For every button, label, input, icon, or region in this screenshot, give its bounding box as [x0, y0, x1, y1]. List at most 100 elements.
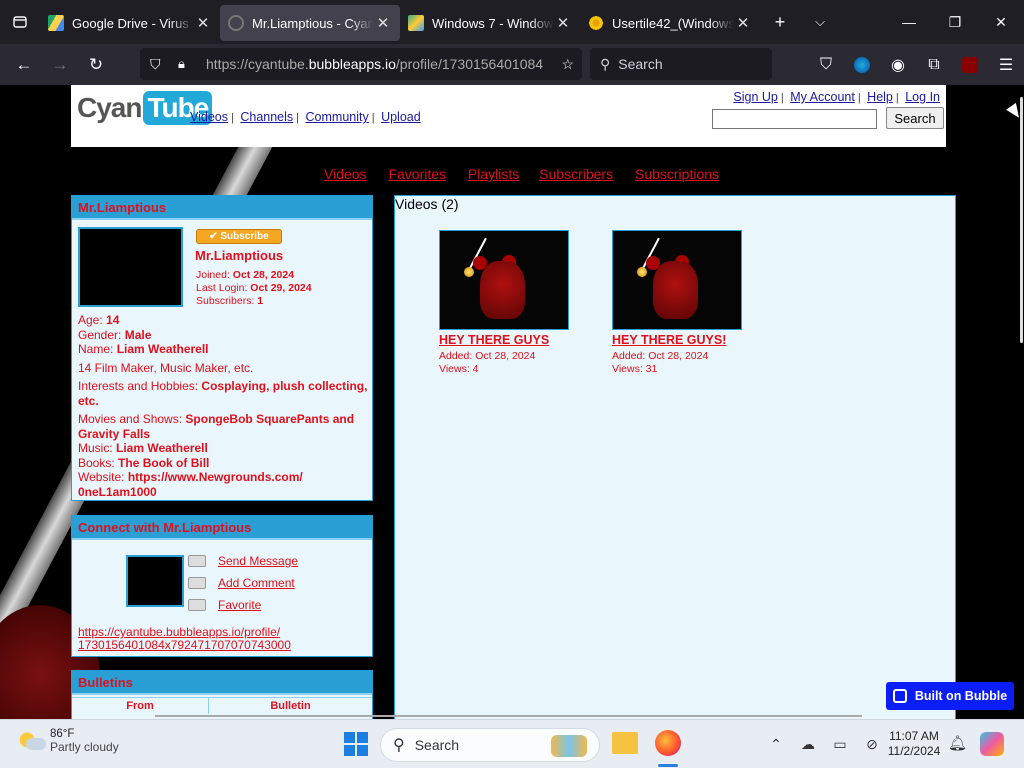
video-thumbnail[interactable]	[439, 230, 569, 330]
windows-wiki-icon	[408, 15, 424, 31]
video-thumbnail[interactable]	[612, 230, 742, 330]
subscribe-button[interactable]: ✔ Subscribe	[196, 229, 282, 244]
bulletins-from-header: From	[72, 698, 209, 714]
vertical-scrollbar[interactable]	[1020, 97, 1023, 343]
close-tab-icon[interactable]: ✕	[194, 14, 212, 32]
horizontal-scrollbar[interactable]	[155, 715, 862, 717]
browser-search-field[interactable]: ⚲ Search	[590, 48, 772, 80]
tab-title: Mr.Liamptious - CyanT	[252, 15, 374, 31]
favorite-link[interactable]: Favorite	[218, 598, 261, 612]
file-explorer-icon[interactable]	[612, 732, 638, 754]
temperature: 86°F	[50, 728, 75, 740]
site-search-button[interactable]: Search	[886, 107, 944, 129]
close-tab-icon[interactable]: ✕	[554, 14, 572, 32]
weather-widget[interactable]: 86°F Partly cloudy	[18, 728, 119, 754]
shield-icon[interactable]: ⛉	[150, 56, 161, 73]
site-search-input[interactable]	[712, 109, 877, 129]
close-tab-icon[interactable]: ✕	[374, 14, 392, 32]
bubble-badge-label: Built on Bubble	[914, 689, 1008, 703]
sub-nav-favorites-link[interactable]: Favorites	[388, 166, 446, 182]
maximize-icon[interactable]: ❐	[932, 0, 978, 44]
tab-list-icon[interactable]	[0, 0, 40, 44]
nav-community-link[interactable]: Community	[306, 110, 369, 124]
account-icon[interactable]: ◉	[880, 47, 916, 83]
profile-url-link[interactable]: https://cyantube.bubbleapps.io/profile/1…	[78, 625, 291, 652]
sub-nav-subscribers-link[interactable]: Subscribers	[539, 166, 613, 182]
video-title-link[interactable]: HEY THERE GUYS	[439, 333, 549, 347]
connect-panel-title: Connect with Mr.Liamptious	[72, 516, 372, 540]
add-comment-link[interactable]: Add Comment	[218, 576, 295, 590]
add-comment-row: Add Comment	[188, 576, 295, 590]
menu-icon[interactable]: ☰	[988, 47, 1024, 83]
extensions-icon[interactable]: ⧉	[916, 47, 952, 83]
vpn-icon[interactable]	[844, 47, 880, 83]
comment-icon	[188, 577, 206, 589]
clock[interactable]: 11:07 AM 11/2/2024	[880, 729, 948, 759]
video-meta: Added: Oct 28, 2024 Views: 4	[439, 350, 536, 375]
pocket-icon[interactable]: ⛉	[808, 47, 844, 83]
notification-bell-icon[interactable]: 🔔︎	[948, 734, 967, 752]
connect-avatar[interactable]	[126, 555, 184, 607]
url-bar[interactable]: ⛉ 🔒︎ https://cyantube.bubbleapps.io/prof…	[140, 48, 582, 80]
sub-nav-videos-link[interactable]: Videos	[324, 166, 367, 182]
nav-upload-link[interactable]: Upload	[381, 110, 421, 124]
taskbar-search[interactable]: ⚲ Search	[380, 728, 600, 762]
bulletins-table-header: From Bulletin	[72, 697, 372, 714]
tab-usertile[interactable]: Usertile42_(Windows_7 ✕	[580, 5, 760, 41]
ublock-icon[interactable]	[952, 47, 988, 83]
videos-panel-title: Videos (2)	[395, 196, 459, 212]
sub-nav-subscriptions-link[interactable]: Subscriptions	[635, 166, 719, 182]
bulletins-bulletin-header: Bulletin	[270, 700, 311, 712]
windows-start-icon[interactable]	[344, 732, 368, 756]
chevron-up-icon[interactable]: ⌃	[760, 736, 792, 753]
favorite-icon	[188, 599, 206, 611]
tab-title: Google Drive - Virus sc	[72, 15, 194, 31]
avatar[interactable]	[78, 227, 183, 307]
clock-date: 11/2/2024	[887, 744, 941, 758]
clock-time: 11:07 AM	[889, 729, 939, 743]
videos-panel: Videos (2) HEY THERE GUYS Added: Oct 28,…	[394, 195, 956, 719]
window-controls: — ❐ ✕	[886, 0, 1024, 44]
tab-title: Windows 7 - Windows	[432, 15, 554, 31]
back-arrow-icon[interactable]: ←	[6, 47, 42, 83]
profile-bio: 14 Film Maker, Music Maker, etc.	[78, 360, 254, 375]
reload-icon[interactable]: ↻	[78, 47, 114, 83]
video-title-link[interactable]: HEY THERE GUYS!	[612, 333, 726, 347]
nav-videos-link[interactable]: Videos	[190, 110, 228, 124]
tab-title: Usertile42_(Windows_7	[612, 15, 734, 31]
tab-cyantube-profile[interactable]: Mr.Liamptious - CyanT ✕	[220, 5, 400, 41]
copilot-icon[interactable]	[980, 732, 1004, 756]
search-highlight-icon	[551, 735, 587, 757]
sign-up-link[interactable]: Sign Up	[733, 90, 777, 104]
video-meta: Added: Oct 28, 2024 Views: 31	[612, 350, 709, 375]
built-on-bubble-badge[interactable]: Built on Bubble	[886, 682, 1014, 710]
tab-windows-7[interactable]: Windows 7 - Windows ✕	[400, 5, 580, 41]
send-message-link[interactable]: Send Message	[218, 554, 298, 568]
minimize-icon[interactable]: —	[886, 0, 932, 44]
new-tab-plus-icon[interactable]: +	[760, 0, 800, 44]
lock-icon[interactable]: 🔒︎	[178, 56, 185, 72]
bubble-logo-icon	[892, 689, 907, 703]
send-message-row: Send Message	[188, 554, 298, 568]
firefox-icon[interactable]	[655, 730, 681, 756]
browser-nav-bar: ← → ↻ ⛉ 🔒︎ https://cyantube.bubbleapps.i…	[0, 44, 1024, 85]
close-tab-icon[interactable]: ✕	[734, 14, 752, 32]
display-icon[interactable]: ▭	[824, 736, 856, 753]
cloud-offline-icon[interactable]: ☁	[792, 736, 824, 753]
system-tray: ⌃ ☁ ▭ ⊘	[760, 720, 888, 768]
web-page: Cyan Tube Videos | Channels | Community | Up…	[0, 85, 1024, 719]
windows-taskbar: 86°F Partly cloudy ⚲ Search ⌃ ☁ ▭ ⊘ 11:0…	[0, 719, 1024, 768]
my-account-link[interactable]: My Account	[790, 90, 855, 104]
chevron-down-icon[interactable]: ⌵	[800, 0, 840, 44]
forward-arrow-icon[interactable]: →	[42, 47, 78, 83]
bookmark-star-icon[interactable]: ☆	[561, 56, 574, 73]
help-link[interactable]: Help	[867, 90, 893, 104]
nav-channels-link[interactable]: Channels	[240, 110, 293, 124]
sub-nav-playlists-link[interactable]: Playlists	[468, 166, 519, 182]
google-drive-icon	[48, 15, 64, 31]
toolbar-icons: ⛉ ◉ ⧉ ☰	[808, 44, 1024, 85]
close-window-icon[interactable]: ✕	[978, 0, 1024, 44]
bubble-icon	[228, 15, 244, 31]
log-in-link[interactable]: Log In	[905, 90, 940, 104]
tab-google-drive[interactable]: Google Drive - Virus sc ✕	[40, 5, 220, 41]
